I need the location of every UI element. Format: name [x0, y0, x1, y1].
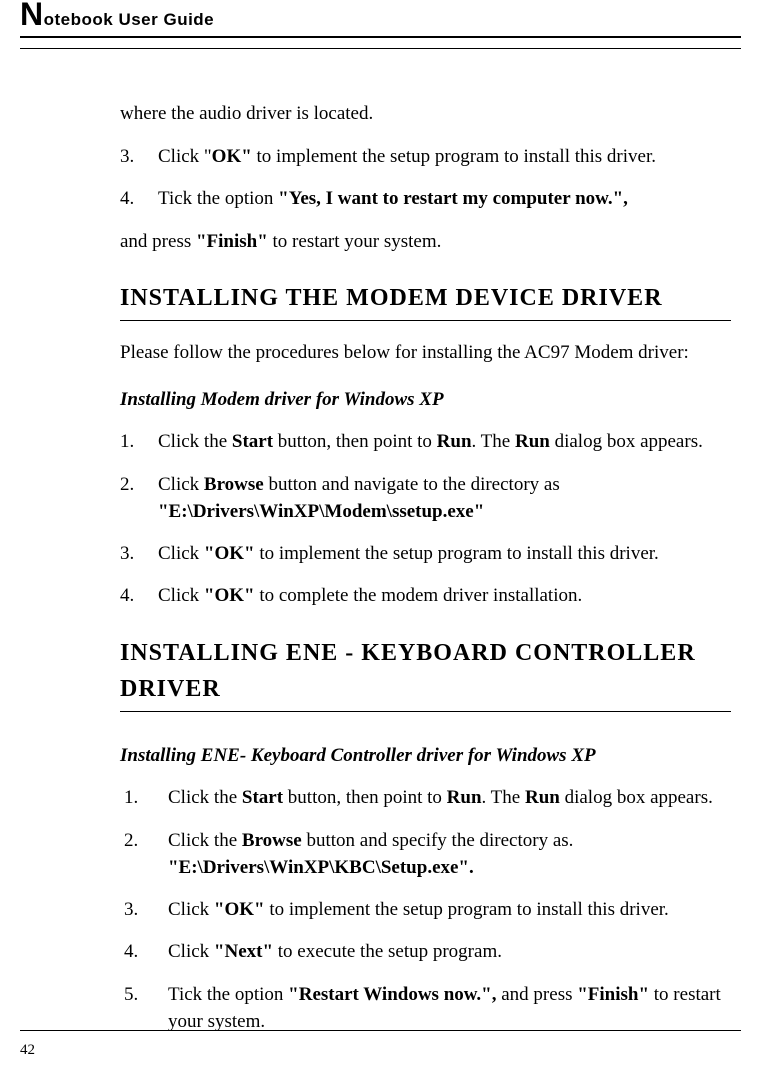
header-title: otebook User Guide [44, 10, 215, 29]
list-body: Click "OK" to implement the setup progra… [158, 540, 731, 568]
section-heading-modem: INSTALLING THE MODEM DEVICE DRIVER [120, 280, 731, 321]
list-body: Click "OK" to implement the setup progra… [168, 896, 731, 924]
list-body: Tick the option "Restart Windows now.", … [168, 981, 731, 1036]
path-text: "E:\Drivers\WinXP\KBC\Setup.exe". [168, 857, 474, 878]
list-num: 4. [120, 582, 158, 611]
list-body: Tick the option "Yes, I want to restart … [158, 185, 731, 213]
list-item: 1. Click the Start button, then point to… [124, 784, 731, 813]
list-body-cont: and press "Finish" to restart your syste… [120, 228, 731, 257]
subsection-heading: Installing ENE- Keyboard Controller driv… [120, 742, 731, 771]
page: Notebook User Guide where the audio driv… [0, 0, 761, 1079]
list-num: 5. [124, 981, 168, 1010]
list-item: 1. Click the Start button, then point to… [120, 428, 731, 457]
list-item: 4. Tick the option "Yes, I want to resta… [120, 185, 731, 214]
list-num: 3. [120, 143, 158, 172]
list-body: Click Browse button and navigate to the … [158, 471, 731, 526]
header-dropcap: N [20, 0, 44, 32]
list-num: 3. [124, 896, 168, 925]
list-body: Click the Start button, then point to Ru… [158, 428, 731, 456]
list-body: Click "OK" to implement the setup progra… [158, 143, 731, 171]
list-item: 3. Click "OK" to implement the setup pro… [120, 143, 731, 172]
page-header: Notebook User Guide [20, 10, 741, 38]
list-item: 4. Click "OK" to complete the modem driv… [120, 582, 731, 611]
list-num: 2. [120, 471, 158, 500]
list-item: 2. Click Browse button and navigate to t… [120, 471, 731, 526]
list-num: 3. [120, 540, 158, 569]
list-item: 3. Click "OK" to implement the setup pro… [120, 540, 731, 569]
content: where the audio driver is located. 3. Cl… [120, 100, 731, 1009]
list-num: 1. [120, 428, 158, 457]
list-num: 1. [124, 784, 168, 813]
list-item: 2. Click the Browse button and specify t… [124, 827, 731, 882]
footer-rule [20, 1030, 741, 1031]
list-body: Click the Start button, then point to Ru… [168, 784, 731, 812]
list-body: Click "OK" to complete the modem driver … [158, 582, 731, 610]
subsection-heading: Installing Modem driver for Windows XP [120, 386, 731, 415]
intro-continuation: where the audio driver is located. [120, 100, 731, 129]
list-body: Click the Browse button and specify the … [168, 827, 731, 882]
page-number: 42 [20, 1042, 35, 1059]
list-body: Click "Next" to execute the setup progra… [168, 938, 731, 966]
path-text: "E:\Drivers\WinXP\Modem\ssetup.exe" [158, 501, 484, 522]
list-item: 3. Click "OK" to implement the setup pro… [124, 896, 731, 925]
list-item: 5. Tick the option "Restart Windows now.… [124, 981, 731, 1036]
list-item: 4. Click "Next" to execute the setup pro… [124, 938, 731, 967]
section-intro: Please follow the procedures below for i… [120, 339, 731, 368]
list-num: 4. [124, 938, 168, 967]
header-rule [20, 48, 741, 49]
list-num: 4. [120, 185, 158, 214]
list-num: 2. [124, 827, 168, 856]
section-heading-ene: INSTALLING ENE - KEYBOARD CONTROLLER DRI… [120, 635, 731, 712]
